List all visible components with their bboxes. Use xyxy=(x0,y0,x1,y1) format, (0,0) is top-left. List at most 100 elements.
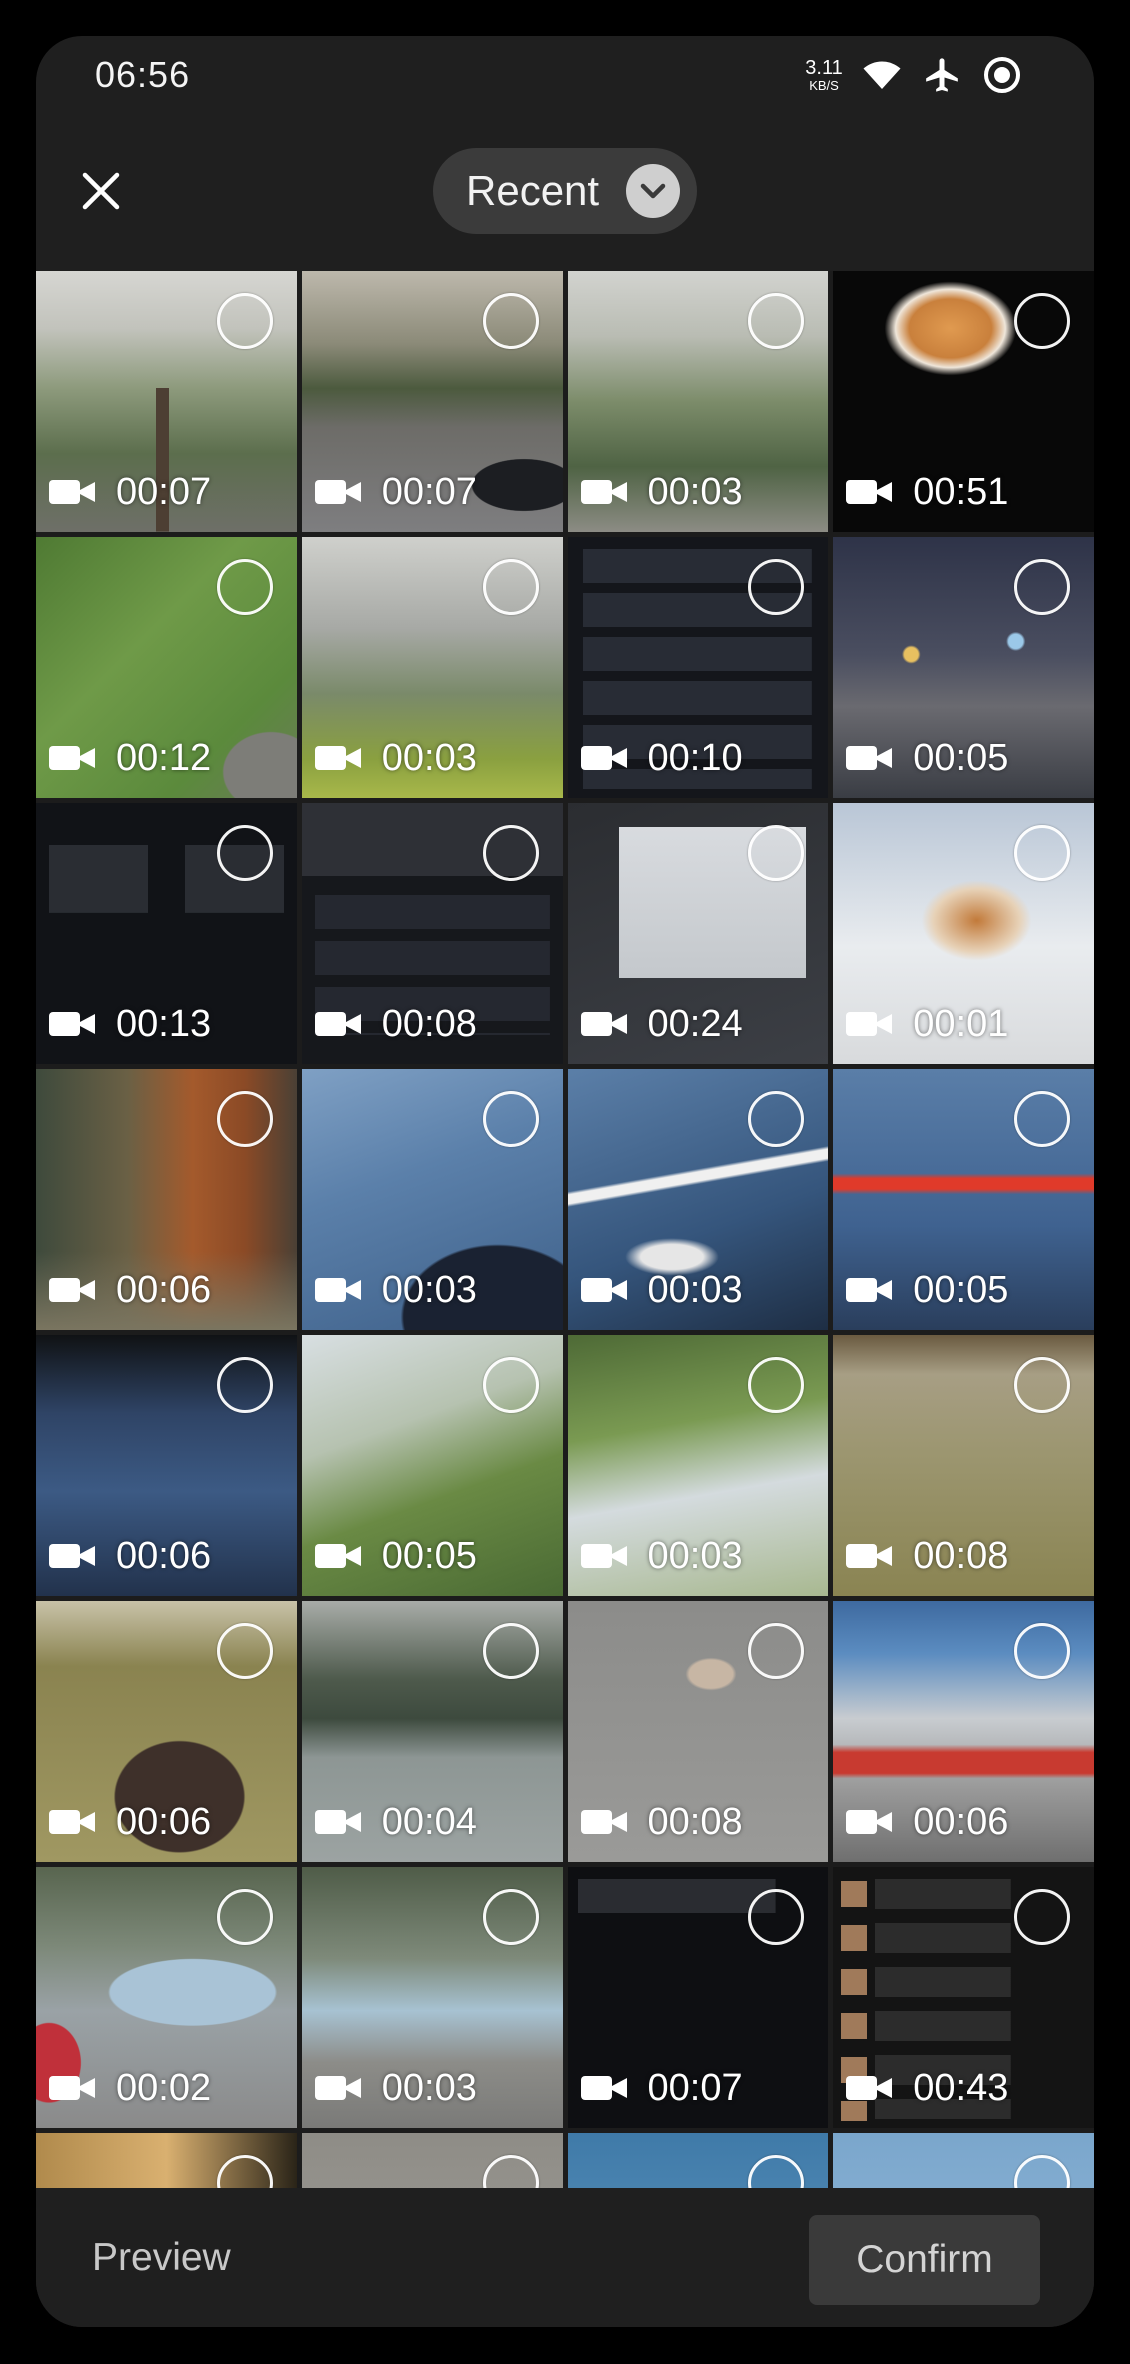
media-tile[interactable]: 00:01 xyxy=(833,803,1094,1064)
select-circle[interactable] xyxy=(482,559,539,615)
select-circle[interactable] xyxy=(748,293,805,349)
select-circle[interactable] xyxy=(1014,1091,1070,1147)
select-circle[interactable] xyxy=(1014,1623,1070,1679)
media-grid: 00:07 00:07 00:03 00:51 00:12 00:03 00:10 00:05… xyxy=(36,271,1094,2188)
preview-button[interactable]: Preview xyxy=(92,2228,231,2288)
media-tile[interactable]: 00:03 xyxy=(567,1069,829,1330)
select-circle[interactable] xyxy=(482,1091,539,1147)
media-tile[interactable]: 00:02 xyxy=(36,1867,297,2128)
video-duration: 00:05 xyxy=(913,737,1009,779)
media-tile[interactable]: 00:03 xyxy=(301,537,563,798)
select-circle[interactable] xyxy=(482,1623,539,1679)
media-tile[interactable]: 00:06 xyxy=(36,1069,297,1330)
select-circle[interactable] xyxy=(216,825,273,881)
video-duration-badge: 00:43 xyxy=(846,2068,1008,2108)
video-duration: 00:06 xyxy=(116,1801,212,1843)
select-circle[interactable] xyxy=(482,293,539,349)
video-duration-badge: 00:06 xyxy=(846,1802,1008,1842)
video-camera-icon xyxy=(846,1275,893,1305)
bottom-bar: Preview Confirm xyxy=(36,2188,1094,2327)
media-tile[interactable]: 00:13 xyxy=(36,803,297,1064)
select-circle[interactable] xyxy=(748,1889,805,1945)
select-circle[interactable] xyxy=(482,825,539,881)
select-circle[interactable] xyxy=(216,559,273,615)
media-tile[interactable]: 00:24 xyxy=(567,803,829,1064)
focus-mode-icon xyxy=(982,55,1022,95)
select-circle[interactable] xyxy=(216,1623,273,1679)
select-circle[interactable] xyxy=(216,1889,273,1945)
album-selector[interactable]: Recent xyxy=(433,148,697,234)
video-duration-badge: 00:03 xyxy=(580,472,743,512)
video-duration-badge: 00:02 xyxy=(49,2068,211,2108)
media-tile[interactable]: 00:03 xyxy=(301,1069,563,1330)
media-tile[interactable]: 00:05 xyxy=(833,537,1094,798)
select-circle[interactable] xyxy=(748,559,805,615)
media-tile[interactable]: 00:06 xyxy=(36,1335,297,1596)
select-circle[interactable] xyxy=(482,1357,539,1413)
video-camera-icon xyxy=(49,1807,95,1837)
select-circle[interactable] xyxy=(748,1623,805,1679)
video-duration: 00:04 xyxy=(381,1801,477,1843)
select-circle[interactable] xyxy=(1014,559,1070,615)
media-tile[interactable]: 00:08 xyxy=(567,1601,829,1862)
media-tile[interactable]: 00:03 xyxy=(567,1335,829,1596)
media-tile[interactable]: 00:43 xyxy=(833,1867,1094,2128)
confirm-button[interactable]: Confirm xyxy=(809,2215,1040,2305)
media-tile[interactable] xyxy=(833,2133,1094,2188)
media-tile[interactable]: 00:04 xyxy=(301,1601,563,1862)
video-camera-icon xyxy=(846,2073,893,2103)
media-tile[interactable]: 00:06 xyxy=(833,1601,1094,1862)
video-duration: 00:07 xyxy=(116,471,212,513)
select-circle[interactable] xyxy=(748,1357,805,1413)
video-duration-badge: 00:05 xyxy=(846,1270,1008,1310)
media-tile[interactable] xyxy=(567,2133,829,2188)
select-circle[interactable] xyxy=(482,1889,539,1945)
media-tile[interactable]: 00:10 xyxy=(567,537,829,798)
video-duration: 00:03 xyxy=(647,1269,743,1311)
select-circle[interactable] xyxy=(1014,293,1070,349)
select-circle[interactable] xyxy=(1014,1357,1070,1413)
select-circle[interactable] xyxy=(216,293,273,349)
media-tile[interactable]: 00:03 xyxy=(301,1867,563,2128)
video-duration: 00:03 xyxy=(647,1535,743,1577)
network-speed-unit: KB/S xyxy=(809,78,839,93)
select-circle[interactable] xyxy=(216,1357,273,1413)
media-tile[interactable] xyxy=(36,2133,297,2188)
video-camera-icon xyxy=(49,1275,95,1305)
select-circle[interactable] xyxy=(216,1091,273,1147)
video-duration: 00:24 xyxy=(647,1003,743,1045)
video-duration-badge: 00:05 xyxy=(314,1536,477,1576)
close-button[interactable] xyxy=(71,161,131,221)
video-camera-icon xyxy=(846,1541,893,1571)
media-tile[interactable]: 00:06 xyxy=(36,1601,297,1862)
media-tile[interactable]: 00:08 xyxy=(833,1335,1094,1596)
video-duration-badge: 00:12 xyxy=(49,738,211,778)
video-duration: 00:06 xyxy=(116,1535,212,1577)
status-time: 06:56 xyxy=(95,54,191,95)
media-tile[interactable] xyxy=(301,2133,563,2188)
wifi-icon xyxy=(862,59,902,91)
select-circle[interactable] xyxy=(1014,825,1070,881)
media-tile[interactable]: 00:07 xyxy=(36,271,297,532)
media-tile[interactable]: 00:05 xyxy=(301,1335,563,1596)
media-tile[interactable]: 00:03 xyxy=(567,271,829,532)
status-bar: 06:56 3.11 KB/S xyxy=(36,36,1094,116)
media-tile[interactable]: 00:12 xyxy=(36,537,297,798)
status-icons: 3.11 KB/S xyxy=(805,52,1022,98)
media-tile[interactable]: 00:51 xyxy=(833,271,1094,532)
media-tile[interactable]: 00:07 xyxy=(567,1867,829,2128)
media-tile[interactable]: 00:08 xyxy=(301,803,563,1064)
media-tile[interactable]: 00:07 xyxy=(301,271,563,532)
select-circle[interactable] xyxy=(1014,1889,1070,1945)
video-duration: 00:12 xyxy=(116,737,212,779)
video-camera-icon xyxy=(314,1807,361,1837)
media-tile[interactable]: 00:05 xyxy=(833,1069,1094,1330)
select-circle[interactable] xyxy=(748,1091,805,1147)
video-camera-icon xyxy=(314,743,361,773)
select-circle[interactable] xyxy=(748,825,805,881)
airplane-mode-icon xyxy=(922,55,962,95)
video-duration: 00:07 xyxy=(647,2067,743,2109)
video-camera-icon xyxy=(580,477,627,507)
close-icon xyxy=(82,172,120,210)
video-duration: 00:51 xyxy=(913,471,1009,513)
